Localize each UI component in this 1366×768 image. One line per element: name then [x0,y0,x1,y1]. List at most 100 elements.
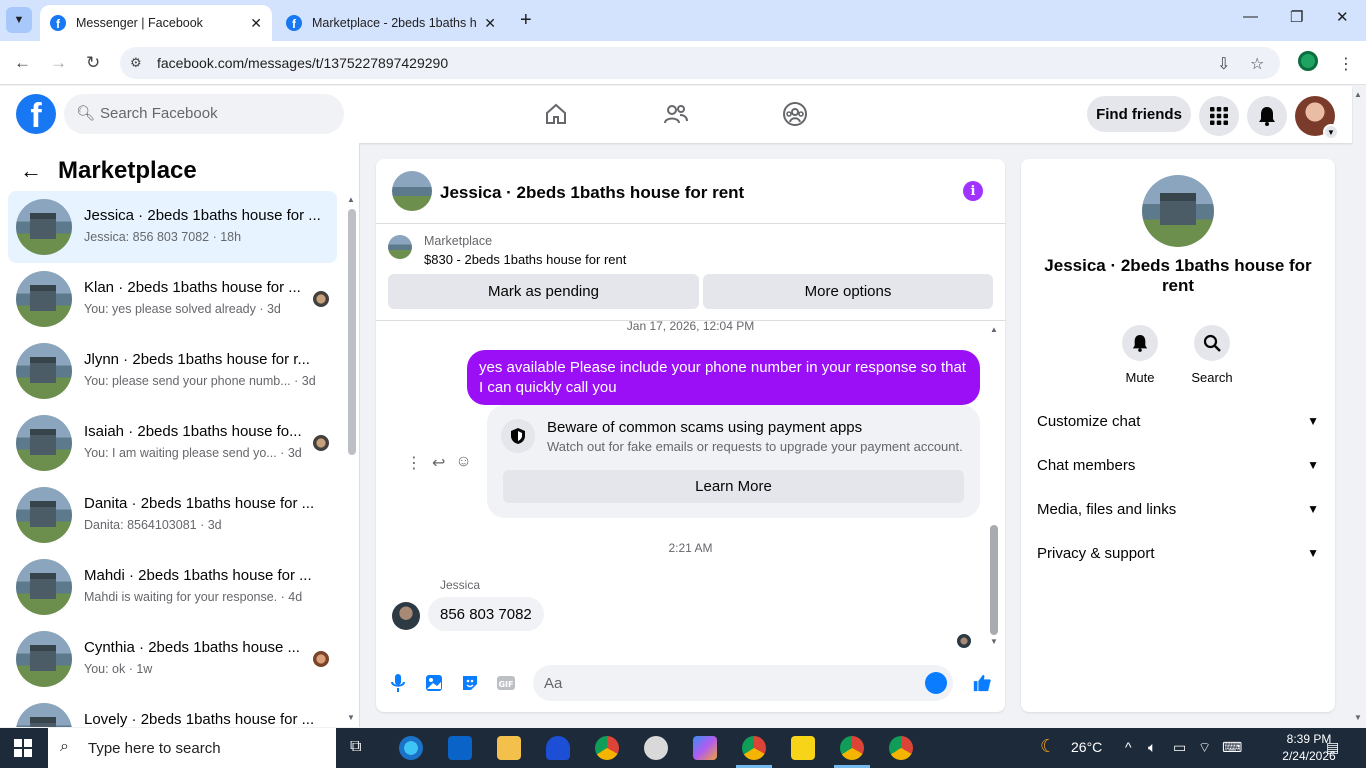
learn-more-button[interactable]: Learn More [503,470,964,503]
media-files-links-section[interactable]: Media, files and links ▼ [1037,497,1319,521]
tab-messenger[interactable]: f Messenger | Facebook ✕ [40,5,272,41]
keyboard-icon[interactable]: ⌨ [1222,739,1242,756]
notifications-bell-icon[interactable] [1247,96,1287,136]
search-in-conversation-button[interactable]: Search [1182,325,1242,385]
reload-icon[interactable]: ↻ [86,53,100,73]
listing-price-title[interactable]: $830 - 2beds 1baths house for rent [424,252,626,267]
outlook-icon[interactable] [448,736,472,760]
chrome-profile-2-icon[interactable] [889,736,913,760]
conversation-snippet: You: ok · 1w [84,662,153,676]
sticky-notes-icon[interactable] [791,736,815,760]
conversation-item[interactable]: Danita · 2beds 1baths house for ... Dani… [8,479,337,551]
info-icon[interactable]: i [963,181,983,201]
scroll-down-arrow[interactable]: ▼ [990,637,998,646]
chrome-active-icon[interactable] [840,736,864,760]
windows-start-icon[interactable] [14,739,32,757]
more-actions-icon[interactable]: ⋮ [406,453,422,473]
microphone-icon[interactable] [388,673,408,693]
conversation-name: Danita · 2beds 1baths house for ... [84,495,315,512]
chat-scrollbar[interactable] [990,525,998,635]
emoji-icon[interactable] [925,672,947,694]
conversation-item[interactable]: Jlynn · 2beds 1baths house for r... You:… [8,335,337,407]
conversation-details-panel: Jessica · 2beds 1baths house for rent Mu… [1021,159,1335,712]
restore-icon[interactable]: ❐ [1290,8,1303,26]
tab-search-dropdown[interactable]: ▼ [6,7,32,33]
battery-icon[interactable]: ▭ [1173,739,1186,756]
new-tab-button[interactable]: + [520,9,532,32]
back-arrow-icon[interactable]: ← [14,53,31,73]
conversation-item[interactable]: Cynthia · 2beds 1baths house ... You: ok… [8,623,337,695]
bookmark-star-icon[interactable]: ☆ [1250,54,1264,74]
vpn-app-icon[interactable] [546,736,570,760]
task-view-icon[interactable]: ⧉ [350,738,361,756]
photo-icon[interactable] [424,673,444,693]
more-options-button[interactable]: More options [703,274,993,309]
conversation-item[interactable]: Klan · 2beds 1baths house for ... You: y… [8,263,337,335]
scroll-up-arrow[interactable]: ▲ [347,195,355,204]
weather-moon-icon[interactable]: ☾ [1040,736,1056,757]
scam-warning-description: Watch out for fake emails or requests to… [547,439,963,454]
file-explorer-icon[interactable] [497,736,521,760]
chat-title[interactable]: Jessica · 2beds 1baths house for rent [440,183,744,203]
groups-icon[interactable] [781,100,809,128]
taskbar-search-box[interactable]: ⌕ Type here to search [48,728,336,768]
facebook-logo-icon[interactable]: f [16,94,56,134]
profile-avatar[interactable]: ▼ [1295,96,1339,140]
chrome-icon[interactable] [595,736,619,760]
conversation-avatar[interactable] [1142,175,1214,247]
paint-icon[interactable] [644,736,668,760]
forward-arrow-icon[interactable]: → [50,53,67,73]
menu-grid-icon[interactable] [1199,96,1239,136]
inbox-scrollbar[interactable] [348,209,356,455]
back-arrow-icon[interactable]: ← [20,158,42,184]
address-bar[interactable]: ⚙ facebook.com/messages/t/13752278974292… [120,47,1280,79]
minimize-icon[interactable]: — [1243,8,1258,25]
gif-icon[interactable]: GIF [496,673,516,693]
sticker-icon[interactable] [460,673,480,693]
listing-thumbnail[interactable] [388,235,412,259]
home-icon[interactable] [542,100,570,128]
friends-icon[interactable] [662,100,690,128]
site-info-icon[interactable]: ⚙ [130,55,142,71]
chat-members-section[interactable]: Chat members ▼ [1037,453,1319,477]
customize-chat-section[interactable]: Customize chat ▼ [1037,409,1319,433]
browser-menu-icon[interactable]: ⋮ [1338,54,1354,74]
react-smiley-icon[interactable]: ☺ [455,453,471,473]
conversation-item[interactable]: Isaiah · 2beds 1baths house fo... You: I… [8,407,337,479]
message-input[interactable]: Aa [533,665,953,701]
conversation-item[interactable]: Lovely · 2beds 1baths house for ... [8,695,337,727]
mark-as-pending-button[interactable]: Mark as pending [388,274,699,309]
install-app-icon[interactable]: ⇩ [1217,54,1230,74]
thumbs-up-icon[interactable] [972,673,992,693]
speaker-icon[interactable]: 🔈︎ [1148,739,1156,756]
browser-profile-icon[interactable] [1298,51,1318,71]
seen-indicator-avatar [957,634,971,648]
privacy-support-section[interactable]: Privacy & support ▼ [1037,541,1319,565]
page-scroll-down-arrow[interactable]: ▼ [1354,713,1362,722]
temperature-text[interactable]: 26°C [1071,739,1102,755]
scroll-down-arrow[interactable]: ▼ [347,713,355,722]
show-hidden-icons-chevron-icon[interactable]: ^ [1125,739,1132,755]
wifi-icon[interactable]: ⌔ [1198,739,1211,757]
outgoing-message[interactable]: yes available Please include your phone … [467,350,980,405]
close-tab-icon[interactable]: ✕ [484,15,496,32]
search-facebook-input[interactable]: 🔍︎ Search Facebook [64,94,344,134]
tab-marketplace[interactable]: f Marketplace - 2beds 1baths ho ✕ [276,5,506,41]
edge-icon[interactable] [399,736,423,760]
incoming-message[interactable]: 856 803 7082 [428,597,544,631]
page-scroll-up-arrow[interactable]: ▲ [1354,90,1362,99]
chat-avatar[interactable] [392,171,432,211]
inbox-header: ← Marketplace [20,157,197,185]
chrome-profile-icon[interactable] [742,736,766,760]
conversation-item[interactable]: Jessica · 2beds 1baths house for ... Jes… [8,191,337,263]
find-friends-button[interactable]: Find friends [1087,96,1191,132]
close-window-icon[interactable]: ✕ [1336,8,1349,26]
conversation-item[interactable]: Mahdi · 2beds 1baths house for ... Mahdi… [8,551,337,623]
mute-button[interactable]: Mute [1110,325,1170,385]
close-tab-icon[interactable]: ✕ [250,15,262,32]
copilot-icon[interactable] [693,736,717,760]
notifications-icon[interactable]: ▤ [1326,739,1339,756]
sender-avatar[interactable] [392,602,420,630]
reply-icon[interactable]: ↩ [432,453,445,473]
scroll-up-arrow[interactable]: ▲ [990,325,998,334]
